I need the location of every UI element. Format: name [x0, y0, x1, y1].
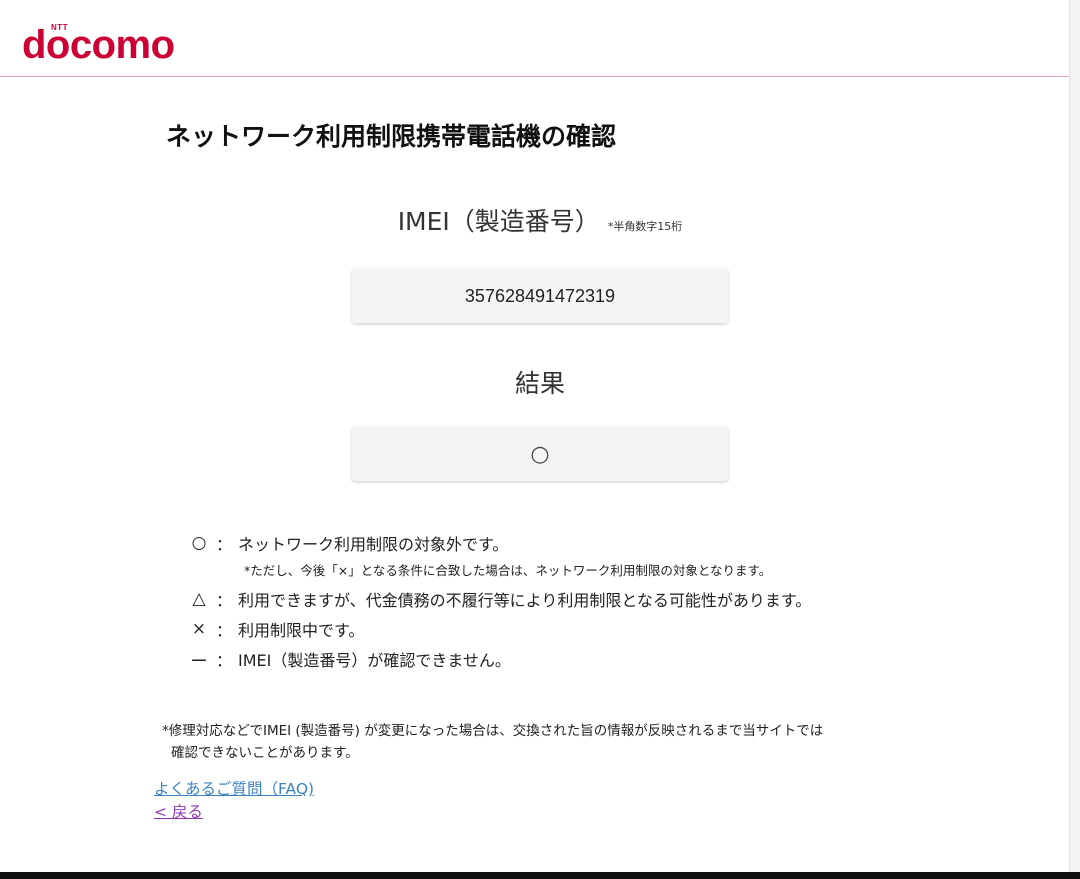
footnote: *修理対応などでIMEI (製造番号) が変更になった場合は、交換された旨の情報…	[162, 720, 962, 764]
legend-text: 利用制限中です。	[238, 621, 365, 640]
legend-colon: ：	[215, 535, 232, 554]
header: NTT docomo	[0, 0, 1070, 77]
legend-item-unknown: ー ： IMEI（製造番号）が確認できません。	[188, 644, 948, 674]
back-link[interactable]: < 戻る	[154, 800, 203, 822]
legend-text: 利用できますが、代金債務の不履行等により利用制限となる可能性があります。	[238, 591, 812, 610]
footnote-line-1: *修理対応などでIMEI (製造番号) が変更になった場合は、交換された旨の情報…	[162, 723, 824, 739]
imei-label-text: IMEI（製造番号）	[397, 207, 600, 236]
legend-item-warning: △ ： 利用できますが、代金債務の不履行等により利用制限となる可能性があります。	[188, 584, 948, 614]
legend-colon: ：	[215, 651, 232, 670]
imei-note: *半角数字15桁	[607, 220, 683, 233]
legend-text: ネットワーク利用制限の対象外です。	[238, 535, 509, 554]
scrollbar-track[interactable]	[1069, 0, 1080, 879]
result-legend: ○ ： ネットワーク利用制限の対象外です。 *ただし、今後「×」となる条件に合致…	[188, 528, 948, 674]
result-circle-icon: ○	[530, 441, 550, 467]
ntt-mark: NTT	[51, 23, 69, 32]
triangle-icon: △	[192, 589, 206, 609]
legend-sub-note: *ただし、今後「×」となる条件に合致した場合は、ネットワーク利用制限の対象となり…	[244, 563, 772, 578]
bottom-bar	[0, 872, 1080, 879]
result-label: 結果	[514, 369, 565, 398]
page-title: ネットワーク利用制限携帯電話機の確認	[166, 122, 617, 151]
legend-colon: ：	[215, 621, 232, 640]
cross-icon: ×	[191, 619, 207, 639]
faq-link[interactable]: よくあるご質問（FAQ)	[154, 777, 314, 799]
docomo-logo[interactable]: NTT docomo	[22, 23, 175, 67]
imei-field[interactable]	[352, 269, 728, 323]
docomo-logo-text: docomo	[22, 23, 175, 67]
imei-input[interactable]	[368, 284, 712, 308]
result-box: ○	[352, 427, 728, 481]
legend-text: IMEI（製造番号）が確認できません。	[238, 651, 511, 670]
imei-label: IMEI（製造番号） *半角数字15桁	[0, 202, 1080, 238]
circle-icon: ○	[191, 533, 207, 553]
footnote-line-2: 確認できないことがあります。	[171, 745, 359, 761]
page: NTT docomo ネットワーク利用制限携帯電話機の確認 IMEI（製造番号）…	[0, 0, 1080, 879]
legend-item-restricted: × ： 利用制限中です。	[188, 614, 948, 644]
dash-icon: ー	[190, 651, 208, 672]
legend-colon: ：	[215, 591, 232, 610]
legend-item-ok: ○ ： ネットワーク利用制限の対象外です。	[188, 528, 948, 558]
